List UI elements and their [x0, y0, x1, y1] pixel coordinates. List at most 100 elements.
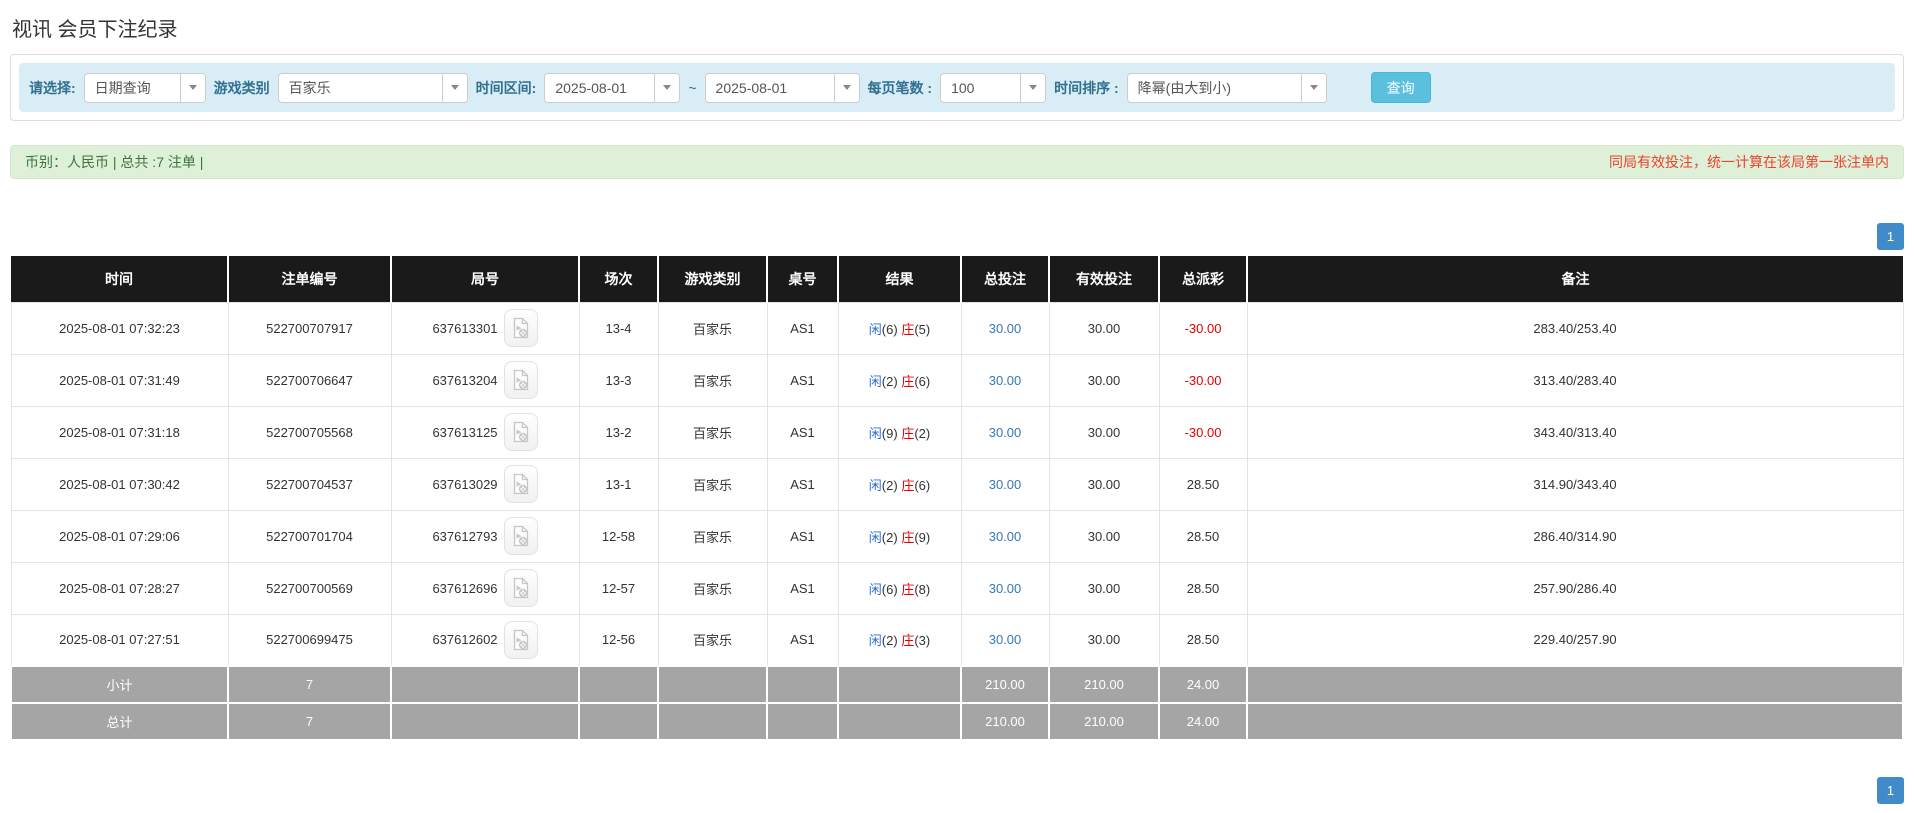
cell-result: 闲(2) 庄(6) [837, 353, 962, 407]
total-bet-link[interactable]: 30.00 [989, 477, 1022, 492]
cell-result: 闲(6) 庄(5) [837, 301, 962, 355]
player-result-value: (2) [881, 633, 898, 649]
pagination-top: 1 [10, 223, 1904, 250]
page-size-dropdown[interactable]: 100 [940, 72, 1047, 103]
header-valid-bet: 有效投注 [1048, 256, 1159, 302]
caret-down-icon[interactable] [179, 73, 205, 102]
player-result-value: (6) [881, 321, 898, 337]
cell-round-id: 637612602 [390, 613, 580, 667]
caret-down-icon[interactable] [1020, 73, 1046, 102]
cell-time: 2025-08-01 07:30:42 [10, 457, 229, 511]
player-result-label: 闲 [868, 425, 882, 441]
game-type-dropdown[interactable]: 百家乐 [277, 72, 468, 103]
banker-result-label: 庄 [901, 425, 915, 441]
banker-result-value: (9) [914, 529, 931, 545]
search-button[interactable]: 查询 [1370, 72, 1431, 103]
caret-down-icon[interactable] [441, 73, 467, 102]
banker-result-label: 庄 [901, 529, 915, 545]
cell-bet-id: 522700700569 [227, 561, 392, 615]
cell-total-bet: 30.00 [960, 353, 1050, 407]
cell-remark: 283.40/253.40 [1246, 301, 1904, 355]
video-replay-icon [513, 629, 528, 650]
total-bet-link[interactable]: 30.00 [989, 321, 1022, 336]
cell-game-type: 百家乐 [657, 613, 768, 667]
cell-result: 闲(6) 庄(8) [837, 561, 962, 615]
video-replay-button[interactable] [503, 517, 538, 555]
page-number-button[interactable]: 1 [1877, 777, 1904, 804]
total-bet-link[interactable]: 30.00 [989, 529, 1022, 544]
cell-round-id: 637612793 [390, 509, 580, 563]
video-replay-button[interactable] [503, 569, 538, 607]
cell-result: 闲(9) 庄(2) [837, 405, 962, 459]
cell-time: 2025-08-01 07:28:27 [10, 561, 229, 615]
header-round-id: 局号 [390, 256, 579, 302]
cell-table-no: AS1 [766, 457, 839, 511]
cell-bet-id: 522700707917 [227, 301, 392, 355]
cell-game-type: 百家乐 [657, 457, 768, 511]
cell-result: 闲(2) 庄(6) [837, 457, 962, 511]
date-to-dropdown[interactable]: 2025-08-01 [704, 72, 860, 103]
banker-result-value: (3) [914, 633, 931, 649]
header-session: 场次 [578, 256, 658, 302]
cell-bet-id: 522700701704 [227, 509, 392, 563]
cell-remark: 257.90/286.40 [1246, 561, 1904, 615]
player-result-label: 闲 [868, 529, 882, 545]
cell-remark: 314.90/343.40 [1246, 457, 1904, 511]
round-id-text: 637613204 [432, 372, 498, 388]
total-bet-link[interactable]: 30.00 [989, 632, 1022, 647]
video-replay-icon [513, 317, 528, 339]
cell-round-id: 637613125 [390, 405, 580, 459]
cell-game-type: 百家乐 [657, 509, 768, 563]
table-row: 2025-08-01 07:29:06 522700701704 637612793… [10, 509, 1904, 563]
cell-table-no: AS1 [766, 405, 839, 459]
filter-panel: 请选择: 日期查询 游戏类别 百家乐 时间区间: 2025-08-01 ~ 20… [10, 54, 1904, 121]
page-number-button[interactable]: 1 [1877, 223, 1904, 250]
summary-notice-text: 同局有效投注，统一计算在该局第一张注单内 [1609, 154, 1889, 170]
table-header: 时间 注单编号 局号 场次 游戏类别 桌号 结果 总投注 有效投注 总派彩 备注 [11, 256, 1903, 302]
caret-down-icon[interactable] [1300, 73, 1326, 102]
video-replay-button[interactable] [503, 620, 538, 659]
table-body: 2025-08-01 07:32:23 522700707917 637613301… [10, 301, 1904, 667]
caret-down-icon[interactable] [833, 73, 859, 102]
cell-time: 2025-08-01 07:32:23 [10, 301, 229, 355]
video-replay-button[interactable] [503, 465, 538, 503]
cell-game-type: 百家乐 [657, 561, 768, 615]
player-result-label: 闲 [868, 581, 882, 597]
video-replay-button[interactable] [503, 361, 538, 399]
page-root: 视讯 会员下注纪录 请选择: 日期查询 游戏类别 百家乐 时间区间: 2025-… [0, 0, 1914, 804]
cell-time: 2025-08-01 07:29:06 [10, 509, 229, 563]
cell-session: 12-56 [578, 613, 659, 667]
player-result-value: (2) [881, 373, 898, 389]
cell-total-bet: 30.00 [960, 509, 1050, 563]
summary-label: 小计 [10, 665, 229, 704]
total-bet-link[interactable]: 30.00 [989, 581, 1022, 596]
cell-round-id: 637612696 [390, 561, 580, 615]
summary-label: 总计 [10, 702, 229, 741]
cell-round-id: 637613301 [390, 301, 580, 355]
round-id-text: 637613125 [432, 424, 498, 440]
cell-session: 13-3 [578, 353, 659, 407]
cell-valid-bet: 30.00 [1048, 457, 1160, 511]
caret-down-icon[interactable] [654, 73, 680, 102]
cell-valid-bet: 30.00 [1048, 301, 1160, 355]
page-size-label: 每页笔数 : [867, 79, 933, 96]
video-replay-button[interactable] [503, 413, 538, 451]
date-from-dropdown[interactable]: 2025-08-01 [544, 72, 681, 103]
total-bet-link[interactable]: 30.00 [989, 425, 1022, 440]
cell-table-no: AS1 [766, 613, 839, 667]
cell-payout: -30.00 [1158, 405, 1248, 459]
query-type-dropdown[interactable]: 日期查询 [83, 72, 206, 103]
select-type-label: 请选择: [29, 79, 76, 96]
table-row: 2025-08-01 07:27:51 522700699475 637612602… [10, 613, 1904, 667]
video-replay-button[interactable] [503, 309, 538, 347]
cell-round-id: 637613029 [390, 457, 580, 511]
banker-result-label: 庄 [901, 373, 915, 389]
video-replay-icon [513, 421, 528, 443]
summary-row: 小计 7 210.00 210.00 24.00 [10, 665, 1904, 704]
total-bet-link[interactable]: 30.00 [989, 373, 1022, 388]
sort-order-dropdown[interactable]: 降幂(由大到小) [1126, 72, 1327, 103]
cell-valid-bet: 30.00 [1048, 405, 1160, 459]
range-separator: ~ [688, 79, 697, 96]
cell-total-bet: 30.00 [960, 613, 1050, 667]
cell-valid-bet: 30.00 [1048, 509, 1160, 563]
